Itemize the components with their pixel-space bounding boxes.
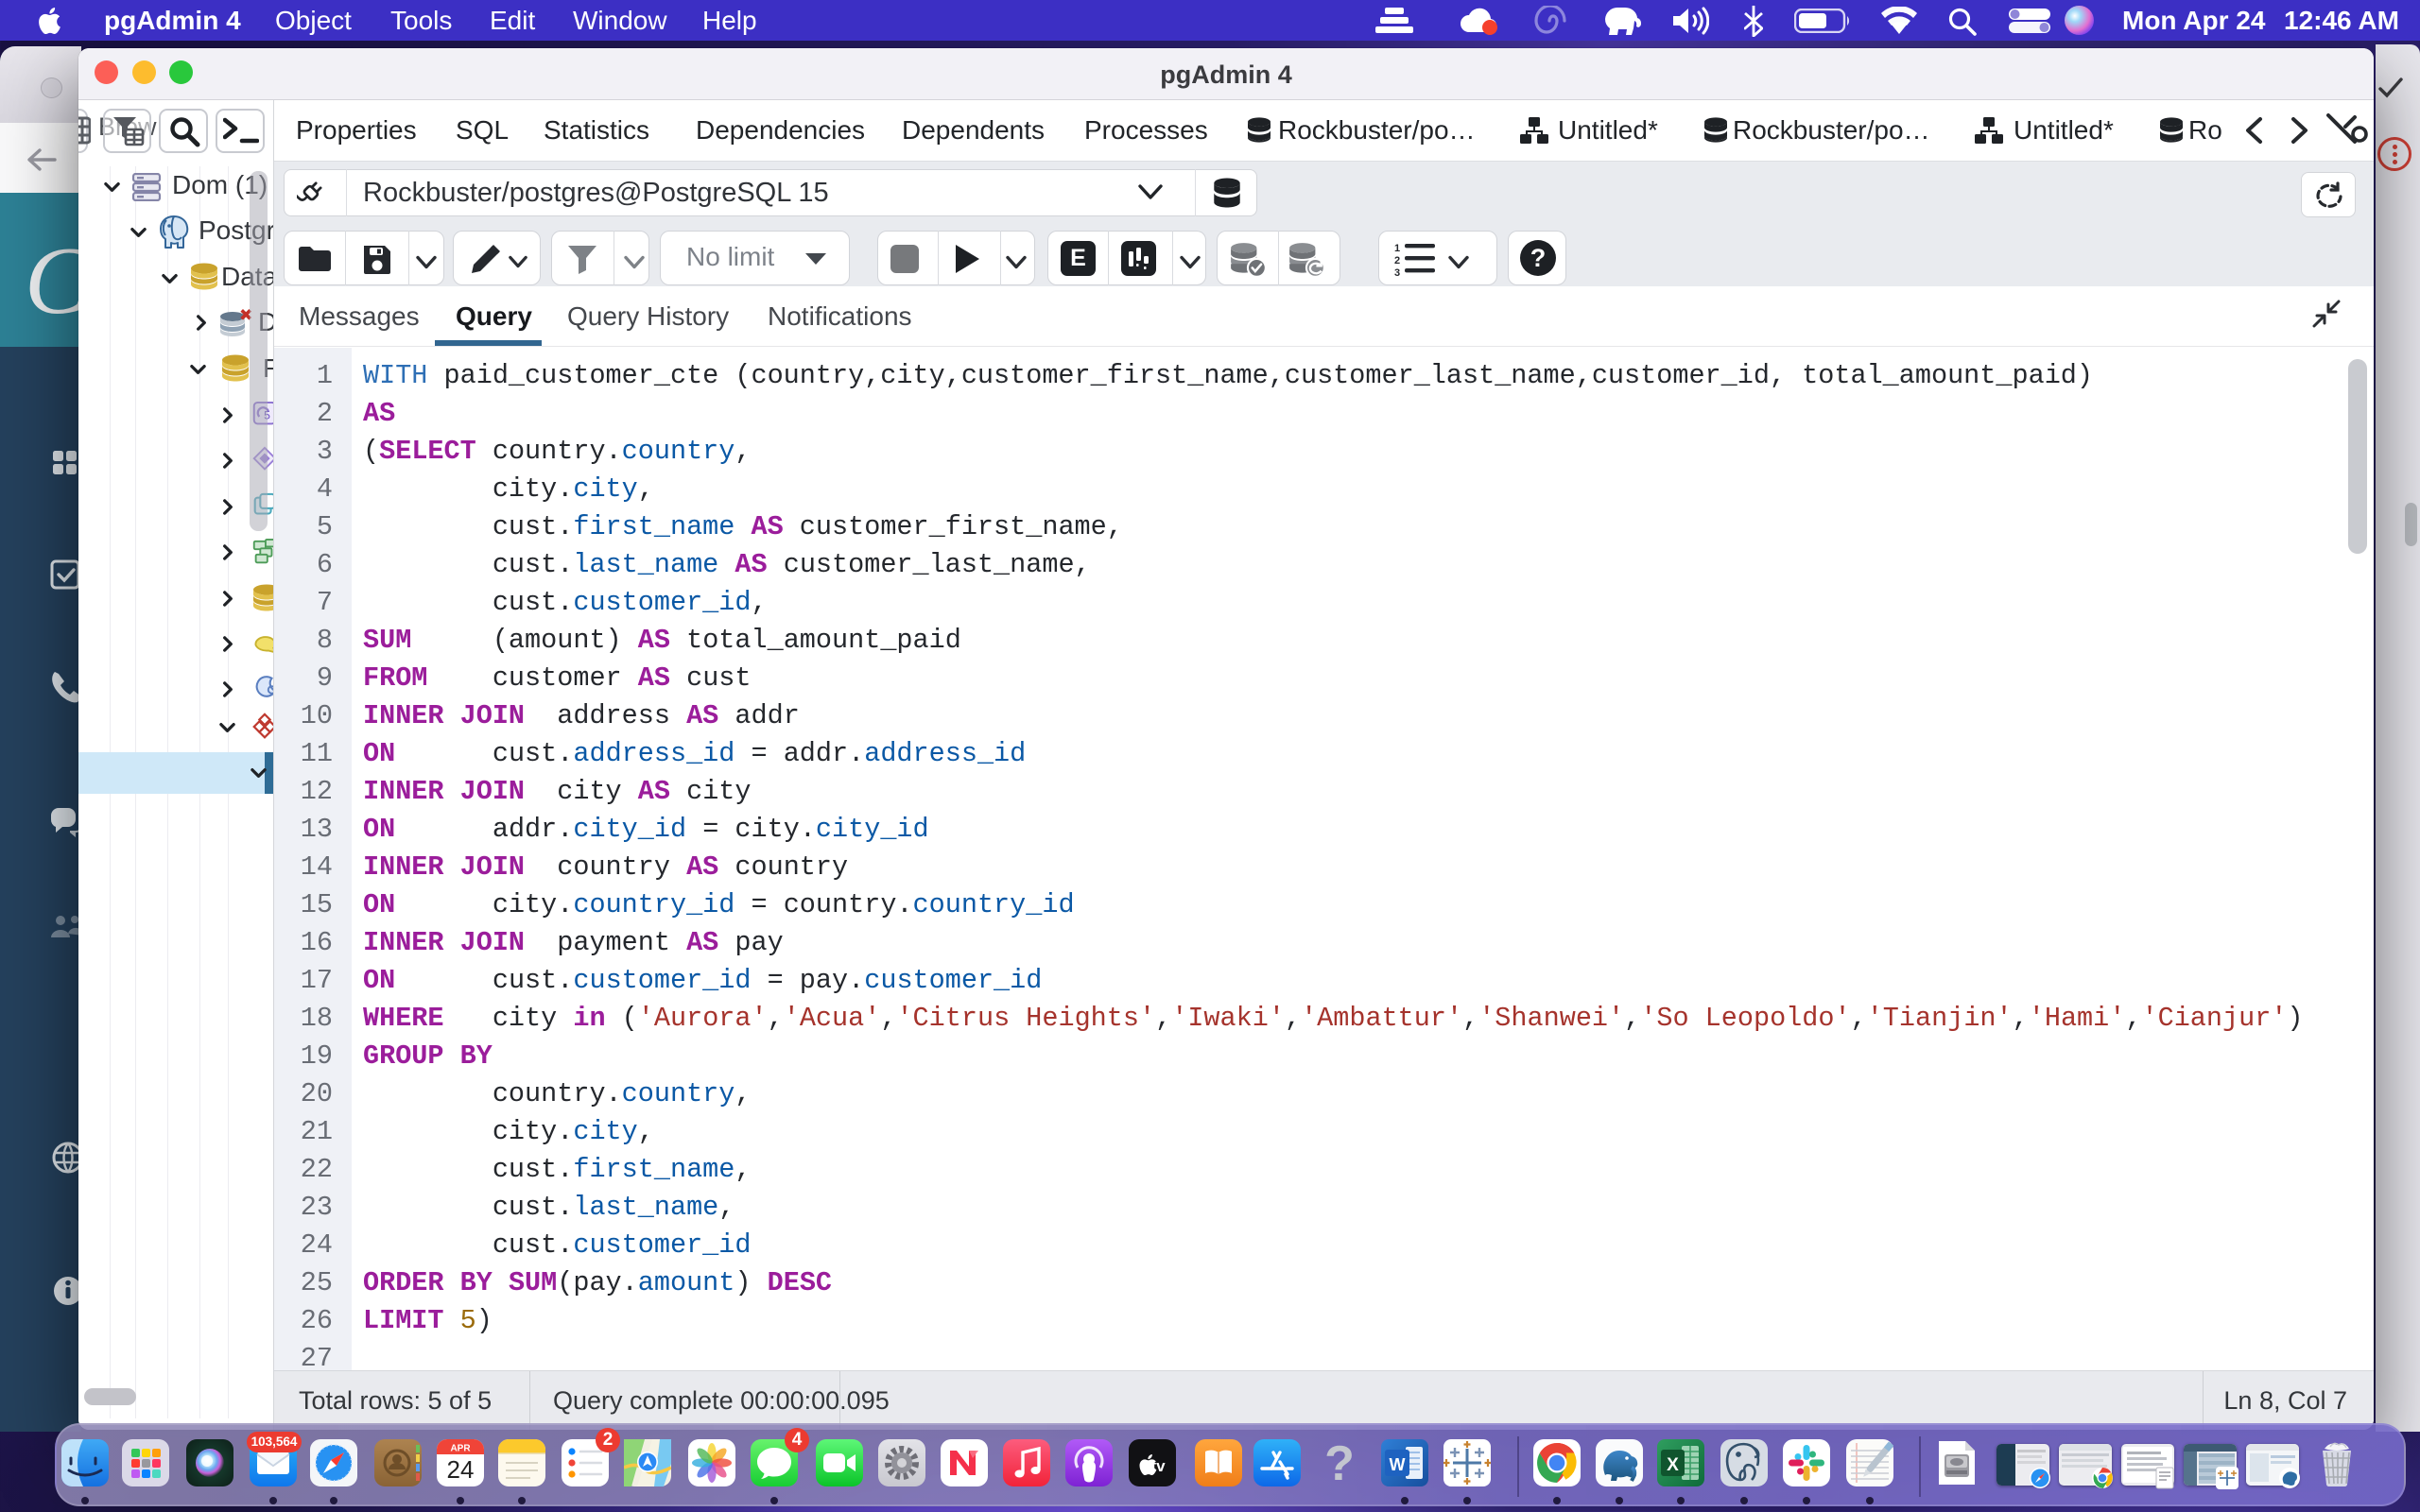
svg-text:24: 24	[447, 1455, 475, 1484]
svg-text:W: W	[1390, 1455, 1406, 1474]
svg-text:APR: APR	[450, 1444, 471, 1454]
svg-text:tv: tv	[1150, 1457, 1166, 1475]
svg-text:X: X	[1667, 1455, 1679, 1475]
svg-text:3: 3	[1394, 267, 1400, 277]
svg-text:2: 2	[1394, 255, 1400, 266]
svg-text:1: 1	[1394, 243, 1400, 254]
